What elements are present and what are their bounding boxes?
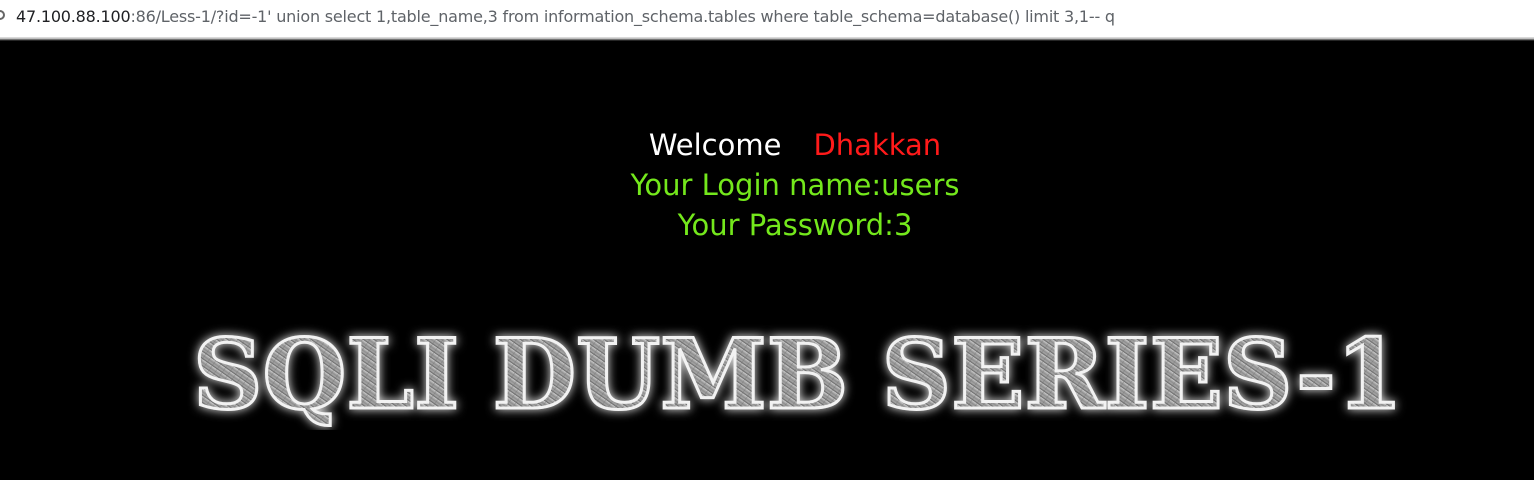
- page-content: Welcome Dhakkan Your Login name:users You…: [0, 125, 1534, 245]
- url-host: 47.100.88.100: [16, 7, 131, 26]
- password-text: Your Password:3: [677, 208, 913, 242]
- info-icon[interactable]: [0, 10, 5, 20]
- address-bar[interactable]: 47.100.88.100:86/Less-1/?id=-1' union se…: [0, 0, 1534, 38]
- welcome-line: Welcome Dhakkan: [0, 125, 1534, 165]
- banner-text: SQLI DUMB SERIES-1: [193, 320, 1403, 430]
- toolbar-divider: [0, 38, 1534, 41]
- url-text[interactable]: 47.100.88.100:86/Less-1/?id=-1' union se…: [16, 7, 1115, 27]
- user-name: Dhakkan: [813, 128, 942, 162]
- banner-image: SQLI DUMB SERIES-1: [178, 320, 1418, 430]
- welcome-label: Welcome: [648, 128, 782, 162]
- url-path: :86/Less-1/?id=-1' union select 1,table_…: [130, 7, 1115, 26]
- login-name-text: Your Login name:users: [630, 168, 960, 202]
